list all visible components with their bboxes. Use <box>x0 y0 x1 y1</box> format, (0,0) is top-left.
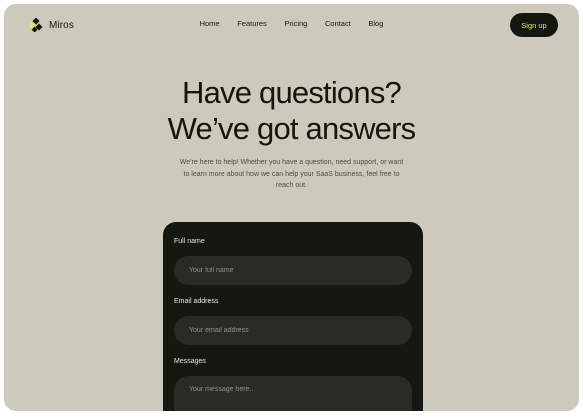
email-input[interactable] <box>174 316 412 345</box>
page-title: Have questions? We’ve got answers <box>4 75 579 147</box>
nav-link-pricing[interactable]: Pricing <box>284 19 307 28</box>
nav-link-contact[interactable]: Contact <box>325 19 351 28</box>
full-name-input[interactable] <box>174 256 412 285</box>
signup-button[interactable]: Sign up <box>510 13 558 37</box>
nav-links: Home Features Pricing Contact Blog <box>4 19 579 28</box>
top-navbar: Miros Home Features Pricing Contact Blog… <box>4 4 579 46</box>
email-label: Email address <box>174 298 219 305</box>
page-title-line1: Have questions? <box>182 75 402 110</box>
full-name-label: Full name <box>174 238 205 245</box>
hero-description: We're here to help! Whether you have a q… <box>179 159 404 189</box>
nav-link-home[interactable]: Home <box>200 19 220 28</box>
contact-form: Full name Email address Messages <box>163 222 423 411</box>
messages-label: Messages <box>174 358 206 365</box>
nav-link-blog[interactable]: Blog <box>368 19 383 28</box>
nav-link-features[interactable]: Features <box>237 19 267 28</box>
page-title-line2: We’ve got answers <box>167 111 417 146</box>
message-textarea[interactable] <box>174 376 412 411</box>
page-frame: Miros Home Features Pricing Contact Blog… <box>4 4 579 411</box>
